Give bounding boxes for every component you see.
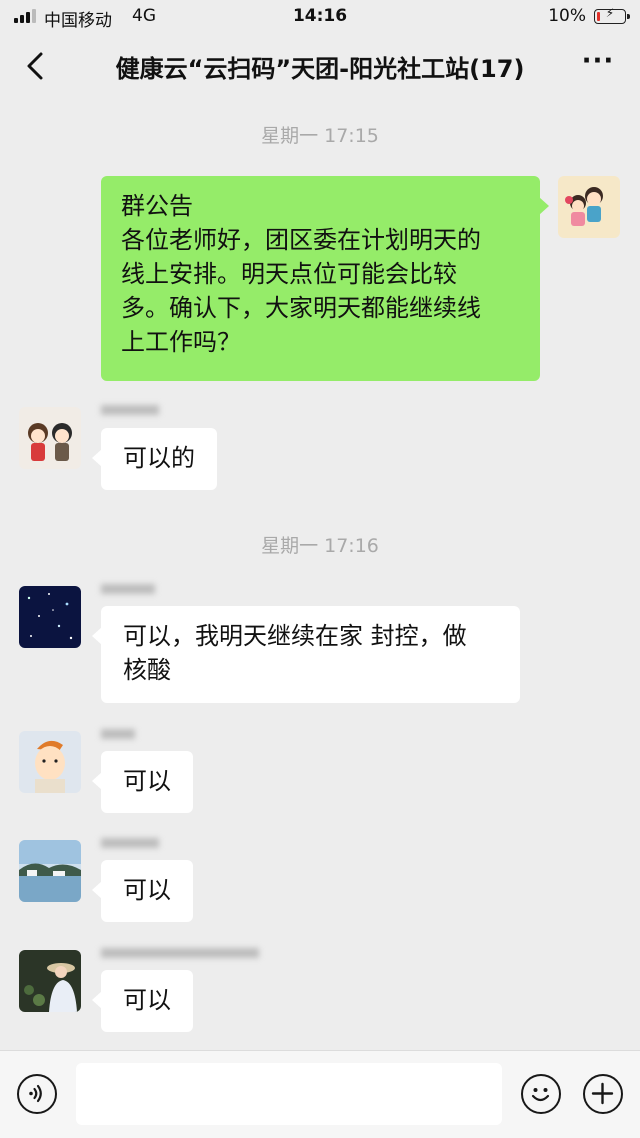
plus-icon: [591, 1082, 614, 1105]
message-text: 可以: [123, 767, 171, 795]
chevron-left-icon: [27, 52, 43, 80]
emoji-icon: [531, 1088, 550, 1102]
message-text: 可以: [123, 986, 171, 1014]
status-bar: 中国移动 4G 14:16 10% ⚡: [0, 0, 640, 34]
starry-night-avatar[interactable]: [19, 586, 81, 648]
message-text: 核酸: [123, 656, 171, 684]
more-dots-icon: ···: [581, 46, 615, 76]
message-input[interactable]: [76, 1063, 502, 1125]
message-text: 可以的: [123, 444, 195, 472]
voice-button[interactable]: [17, 1074, 57, 1114]
message-bubble[interactable]: 可以: [92, 970, 193, 1032]
message-bubble[interactable]: 可以，我明天继续在家 封控，做 核酸: [92, 606, 520, 703]
chat-header: 健康云“云扫码”天团-阳光社工站(17) ···: [0, 34, 640, 100]
battery-icon: ⚡: [594, 6, 630, 24]
sender-name: [101, 835, 159, 853]
sender-name: [101, 726, 135, 744]
girl-with-hat-avatar[interactable]: [19, 950, 81, 1012]
cartoon-face-avatar[interactable]: [19, 731, 81, 793]
cartoon-couple-avatar[interactable]: [19, 407, 81, 469]
message-text: 线上安排。明天点位可能会比较: [121, 260, 457, 288]
more-button[interactable]: ···: [578, 46, 618, 80]
timestamp: 星期一 17:15: [261, 125, 379, 147]
voice-icon: [29, 1084, 42, 1103]
sender-name: [101, 402, 159, 420]
cartoon-kids-avatar[interactable]: [558, 176, 620, 238]
message-text: 上工作吗？: [121, 328, 241, 356]
message-text: 可以，我明天继续在家 封控，做: [123, 622, 467, 650]
message-bubble[interactable]: 可以: [92, 860, 193, 922]
chat-input-bar: [0, 1050, 640, 1138]
status-time: 14:16: [292, 6, 348, 26]
message-text: 多。确认下，大家明天都能继续线: [121, 294, 481, 322]
message-text: 可以: [123, 876, 171, 904]
message-text: 群公告: [121, 192, 193, 220]
sender-name: [101, 581, 155, 599]
sender-name: [101, 945, 259, 963]
message-bubble[interactable]: 可以的: [92, 428, 217, 490]
chat-title: 健康云“云扫码”天团-阳光社工站(17): [115, 55, 525, 83]
back-button[interactable]: [22, 50, 50, 82]
add-button[interactable]: [583, 1074, 623, 1114]
lake-landscape-avatar[interactable]: [19, 840, 81, 902]
message-text: 各位老师好，团区委在计划明天的: [121, 226, 481, 254]
message-bubble-announcement[interactable]: 群公告 各位老师好，团区委在计划明天的 线上安排。明天点位可能会比较 多。确认下…: [101, 176, 549, 381]
timestamp: 星期一 17:16: [261, 535, 379, 557]
battery-percent: 10%: [548, 6, 586, 26]
message-bubble[interactable]: 可以: [92, 751, 193, 813]
emoji-button[interactable]: [521, 1074, 561, 1114]
